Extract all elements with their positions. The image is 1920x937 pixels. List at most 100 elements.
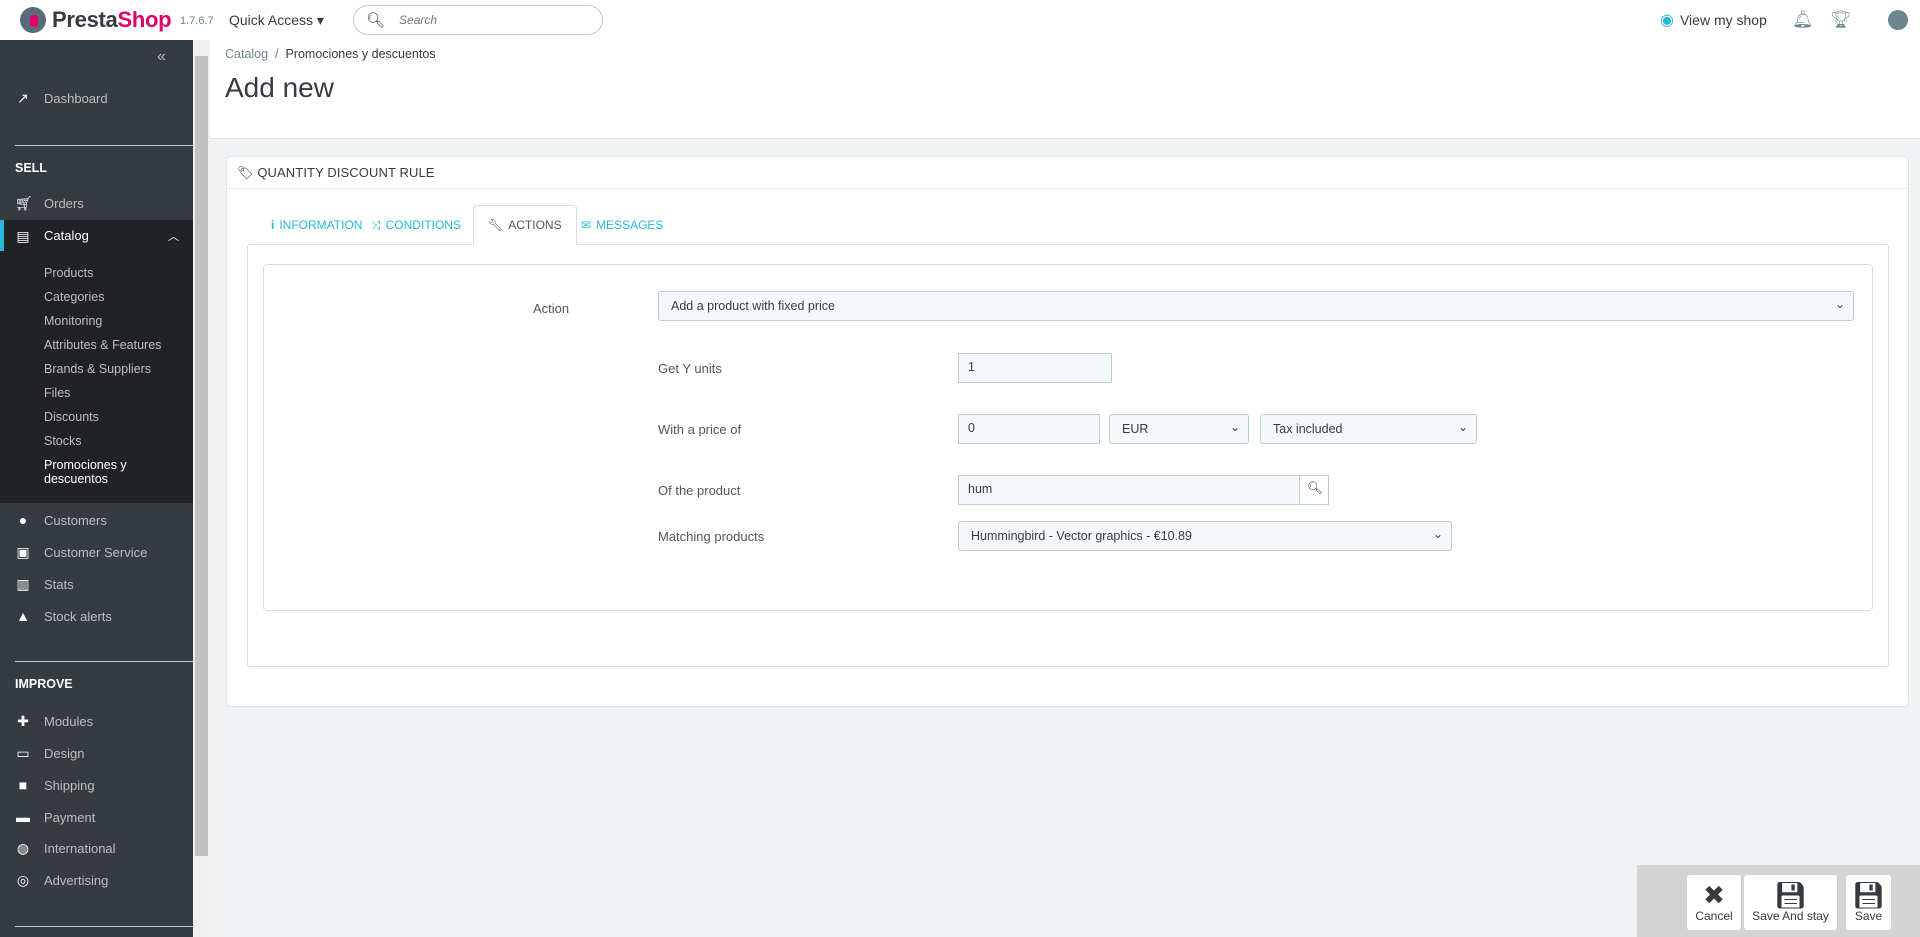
product-search-button[interactable]: 🔍︎ [1299, 475, 1329, 505]
section-improve: IMPROVE [15, 677, 73, 691]
product-search-input[interactable]: hum [958, 475, 1300, 505]
submenu-promociones[interactable]: Promociones y descuentos [44, 458, 154, 486]
view-my-shop-link[interactable]: ◉ View my shop [1660, 10, 1767, 30]
label: Advertising [44, 872, 109, 888]
action-value: Add a product with fixed price [671, 299, 835, 313]
floppy-icon: 💾︎ [1851, 880, 1885, 910]
sidebar-item-stock-alerts[interactable]: ▲ Stock alerts [0, 608, 193, 624]
submenu-products[interactable]: Products [44, 266, 93, 280]
label: Customers [44, 512, 107, 528]
tax-select[interactable]: Tax included ⌄ [1260, 414, 1477, 444]
sidebar-item-stats[interactable]: ▥ Stats [0, 576, 193, 592]
breadcrumb-catalog[interactable]: Catalog [225, 47, 268, 61]
floppy-icon: 💾︎ [1773, 880, 1807, 910]
globe-icon: ◍ [16, 840, 30, 856]
sidebar-item-design[interactable]: ▭ Design [0, 745, 193, 761]
quick-access-dropdown[interactable]: Quick Access ▾ [229, 12, 324, 29]
tab-label: CONDITIONS [385, 218, 461, 232]
chevron-down-icon: ⌄ [1457, 420, 1468, 434]
price-label: With a price of [658, 422, 742, 437]
matching-value: Hummingbird - Vector graphics - €10.89 [971, 529, 1192, 543]
sidebar-scrollbar[interactable] [193, 40, 210, 937]
tab-messages[interactable]: ✉ MESSAGES [567, 205, 677, 245]
breadcrumb-current: Promociones y descuentos [285, 47, 436, 61]
puffin-logo-icon [20, 7, 46, 33]
sidebar-item-orders[interactable]: 🛒︎ Orders [0, 195, 193, 211]
sidebar-item-catalog[interactable]: ▤ Catalog ︿ [0, 220, 193, 251]
search-icon: 🔍︎ [366, 12, 386, 29]
sidebar-item-modules[interactable]: ✚ Modules [0, 713, 193, 729]
avatar-icon[interactable] [1888, 10, 1908, 30]
submenu-stocks[interactable]: Stocks [44, 434, 82, 448]
sidebar-item-dashboard[interactable]: ↗ Dashboard [0, 90, 193, 106]
save-button[interactable]: 💾︎ Save [1846, 875, 1891, 930]
label: Stats [44, 576, 74, 592]
divider [15, 661, 193, 662]
action-label: Action [533, 301, 570, 316]
action-select[interactable]: Add a product with fixed price ⌄ [658, 291, 1854, 321]
search-box[interactable]: 🔍︎ [353, 5, 603, 35]
tax-value: Tax included [1273, 422, 1343, 436]
label: Customer Service [44, 544, 148, 560]
price-input[interactable]: 0 [958, 414, 1100, 444]
submenu-monitoring[interactable]: Monitoring [44, 314, 102, 328]
product-label: Of the product [658, 483, 741, 498]
sidebar-item-international[interactable]: ◍ International [0, 840, 193, 856]
label: Modules [44, 713, 94, 729]
brand-right: Shop [117, 7, 172, 32]
alert-icon: ▲ [16, 608, 30, 624]
wrench-icon: 🔧︎ [488, 218, 504, 232]
quick-access-label: Quick Access [229, 12, 314, 28]
submenu-discounts[interactable]: Discounts [44, 410, 99, 424]
chevron-down-icon: ⌄ [1834, 297, 1845, 311]
sidebar-item-payment[interactable]: ▬ Payment [0, 809, 193, 825]
submenu-files[interactable]: Files [44, 386, 70, 400]
sidebar-item-shipping[interactable]: ■ Shipping [0, 777, 193, 793]
label: Stock alerts [44, 608, 112, 624]
prestashop-logo[interactable]: PrestaShop [20, 7, 172, 33]
matching-products-select[interactable]: Hummingbird - Vector graphics - €10.89 ⌄ [958, 521, 1452, 551]
puzzle-icon: ✚ [17, 713, 29, 729]
tab-label: ACTIONS [508, 218, 562, 232]
submenu-brands[interactable]: Brands & Suppliers [44, 362, 151, 376]
top-header: PrestaShop 1.7.6.7 Quick Access ▾ 🔍︎ ◉ Vi… [0, 0, 1920, 40]
info-icon: i [271, 218, 275, 232]
trophy-icon[interactable]: 🏆︎ [1830, 10, 1852, 30]
cancel-label: Cancel [1695, 909, 1733, 923]
truck-icon: ■ [18, 777, 28, 793]
collapse-sidebar-icon[interactable]: « [157, 48, 166, 66]
divider [15, 145, 193, 146]
save-and-stay-button[interactable]: 💾︎ Save And stay [1744, 875, 1837, 930]
tab-label: MESSAGES [596, 218, 664, 232]
currency-select[interactable]: EUR ⌄ [1109, 414, 1249, 444]
discount-rule-panel: 🏷︎ QUANTITY DISCOUNT RULE i INFORMATION ⤨… [226, 156, 1909, 707]
target-icon: ◎ [16, 872, 30, 888]
caret-down-icon: ▾ [316, 12, 324, 28]
bar-chart-icon: ▥ [16, 576, 30, 592]
cancel-button[interactable]: ✖ Cancel [1687, 875, 1741, 930]
label: Catalog [44, 228, 89, 243]
sidebar-item-advertising[interactable]: ◎ Advertising [0, 872, 193, 888]
footer-toolbar: ✖ Cancel 💾︎ Save And stay 💾︎ Save [1637, 865, 1920, 937]
label: Orders [44, 195, 84, 211]
matching-label: Matching products [658, 529, 765, 544]
label: Design [44, 745, 85, 761]
shuffle-icon: ⤨ [371, 217, 381, 232]
search-input[interactable] [399, 13, 580, 27]
submenu-categories[interactable]: Categories [44, 290, 104, 304]
page-header [210, 40, 1920, 139]
panel-heading-text: QUANTITY DISCOUNT RULE [257, 165, 435, 180]
tab-actions[interactable]: 🔧︎ ACTIONS [473, 205, 577, 245]
bell-icon[interactable]: 🔔︎ [1792, 10, 1814, 30]
get-units-input[interactable]: 1 [958, 353, 1112, 383]
monitor-icon: ▭ [16, 745, 30, 761]
chevron-up-icon: ︿ [168, 230, 179, 243]
breadcrumb: Catalog / Promociones y descuentos [225, 47, 436, 61]
tab-label: INFORMATION [279, 218, 363, 232]
sidebar-item-customer-service[interactable]: ▣ Customer Service [0, 544, 193, 560]
store-icon: ▤ [16, 227, 30, 244]
panel-heading: 🏷︎ QUANTITY DISCOUNT RULE [227, 157, 1908, 189]
submenu-attributes[interactable]: Attributes & Features [44, 338, 161, 352]
sidebar-item-customers[interactable]: ● Customers [0, 512, 193, 528]
tab-conditions[interactable]: ⤨ CONDITIONS [357, 205, 475, 245]
